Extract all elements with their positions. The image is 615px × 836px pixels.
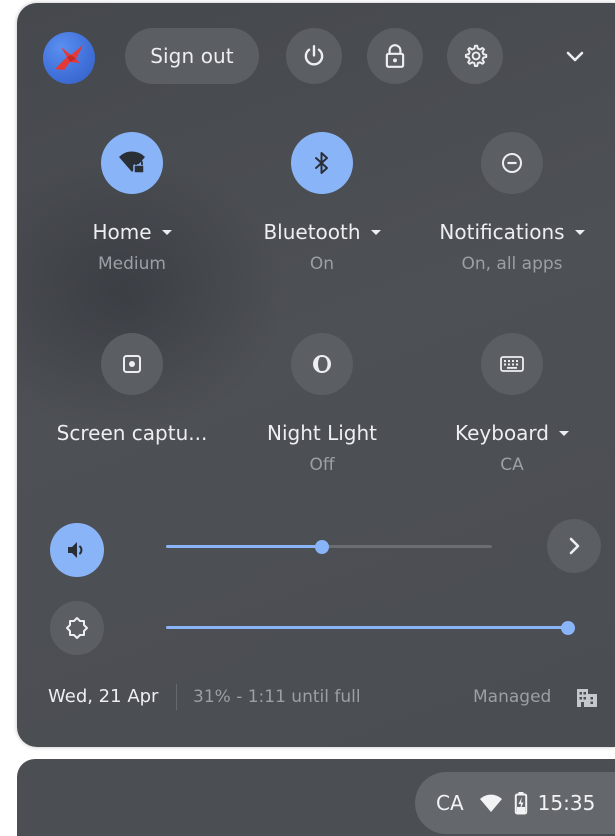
tile-keyboard[interactable]: Keyboard CA xyxy=(417,333,607,475)
keyboard-icon xyxy=(500,356,524,372)
night-light-label-row[interactable]: Night Light xyxy=(227,421,417,445)
sign-out-button[interactable]: Sign out xyxy=(125,28,259,84)
brightness-slider-fill xyxy=(166,626,568,629)
screen: Sign out Home Medium Bluetooth On Notifi… xyxy=(0,0,615,836)
dropdown-caret-icon xyxy=(161,230,172,235)
power-button[interactable] xyxy=(286,28,342,84)
quick-settings-panel: Sign out Home Medium Bluetooth On Notifi… xyxy=(17,3,615,747)
avatar-bird-icon xyxy=(55,45,83,70)
clock: 15:35 xyxy=(537,791,596,815)
brightness-icon xyxy=(66,617,88,639)
bluetooth-icon xyxy=(315,152,328,174)
tile-night-light[interactable]: Night Light Off xyxy=(227,333,417,475)
settings-button[interactable] xyxy=(447,28,503,84)
night-light-label: Night Light xyxy=(267,421,377,445)
night-light-toggle[interactable] xyxy=(291,333,353,395)
volume-slider-thumb[interactable] xyxy=(315,539,330,554)
network-name: Home xyxy=(92,220,152,244)
date-label[interactable]: Wed, 21 Apr xyxy=(48,686,158,707)
volume-slider-fill xyxy=(166,545,323,548)
tile-keyboard-label-row[interactable]: Keyboard xyxy=(417,421,607,445)
brightness-slider[interactable] xyxy=(166,620,575,635)
collapse-button[interactable] xyxy=(557,39,593,75)
chevron-down-icon xyxy=(566,51,584,62)
chevron-right-icon xyxy=(569,537,580,555)
screen-capture-toggle[interactable] xyxy=(101,333,163,395)
audio-settings-button[interactable] xyxy=(547,519,601,573)
tile-notifications[interactable]: Notifications On, all apps xyxy=(417,132,607,274)
footer-divider xyxy=(176,684,177,710)
battery-status: 31% - 1:11 until full xyxy=(193,687,361,707)
ime-indicator: CA xyxy=(436,791,464,815)
notifications-label: Notifications xyxy=(439,220,565,244)
night-light-status: Off xyxy=(309,455,335,475)
notifications-status: On, all apps xyxy=(461,254,563,274)
keyboard-layout: CA xyxy=(500,455,524,475)
notifications-toggle[interactable] xyxy=(481,132,543,194)
dropdown-caret-icon xyxy=(370,230,381,235)
screen-capture-label: Screen captu... xyxy=(56,421,208,445)
keyboard-toggle[interactable] xyxy=(481,333,543,395)
bluetooth-toggle[interactable] xyxy=(291,132,353,194)
wifi-lock-icon xyxy=(119,151,145,174)
night-light-icon xyxy=(313,355,331,373)
power-icon xyxy=(304,45,324,66)
dropdown-caret-icon xyxy=(559,431,569,436)
keyboard-label: Keyboard xyxy=(454,421,549,445)
bluetooth-label: Bluetooth xyxy=(263,220,361,244)
volume-slider[interactable] xyxy=(166,539,492,554)
managed-label[interactable]: Managed xyxy=(473,687,551,707)
wifi-status-icon xyxy=(479,793,503,813)
status-tray[interactable]: CA 15:35 xyxy=(415,772,615,834)
tile-screen-capture[interactable]: Screen captu... xyxy=(37,333,227,445)
lock-icon xyxy=(385,44,405,68)
tile-network-label-row[interactable]: Home xyxy=(37,220,227,244)
tile-bluetooth[interactable]: Bluetooth On xyxy=(227,132,417,274)
tile-bluetooth-label-row[interactable]: Bluetooth xyxy=(227,220,417,244)
network-toggle[interactable] xyxy=(101,132,163,194)
lock-button[interactable] xyxy=(367,28,423,84)
do-not-disturb-icon xyxy=(502,153,522,173)
volume-icon xyxy=(68,542,83,558)
network-status: Medium xyxy=(98,254,166,274)
brightness-button[interactable] xyxy=(50,601,104,655)
bluetooth-status: On xyxy=(309,254,335,274)
tile-notifications-label-row[interactable]: Notifications xyxy=(417,220,607,244)
dropdown-caret-icon xyxy=(574,230,585,235)
tile-network[interactable]: Home Medium xyxy=(37,132,227,274)
brightness-slider-thumb[interactable] xyxy=(561,620,575,635)
screen-capture-label-row[interactable]: Screen captu... xyxy=(37,421,227,445)
settings-gear-icon xyxy=(464,44,488,68)
user-avatar[interactable] xyxy=(43,32,95,84)
volume-mute-button[interactable] xyxy=(50,523,104,577)
battery-charging-icon xyxy=(514,791,528,815)
screen-capture-icon xyxy=(123,355,141,373)
enterprise-building-icon[interactable] xyxy=(575,687,599,709)
